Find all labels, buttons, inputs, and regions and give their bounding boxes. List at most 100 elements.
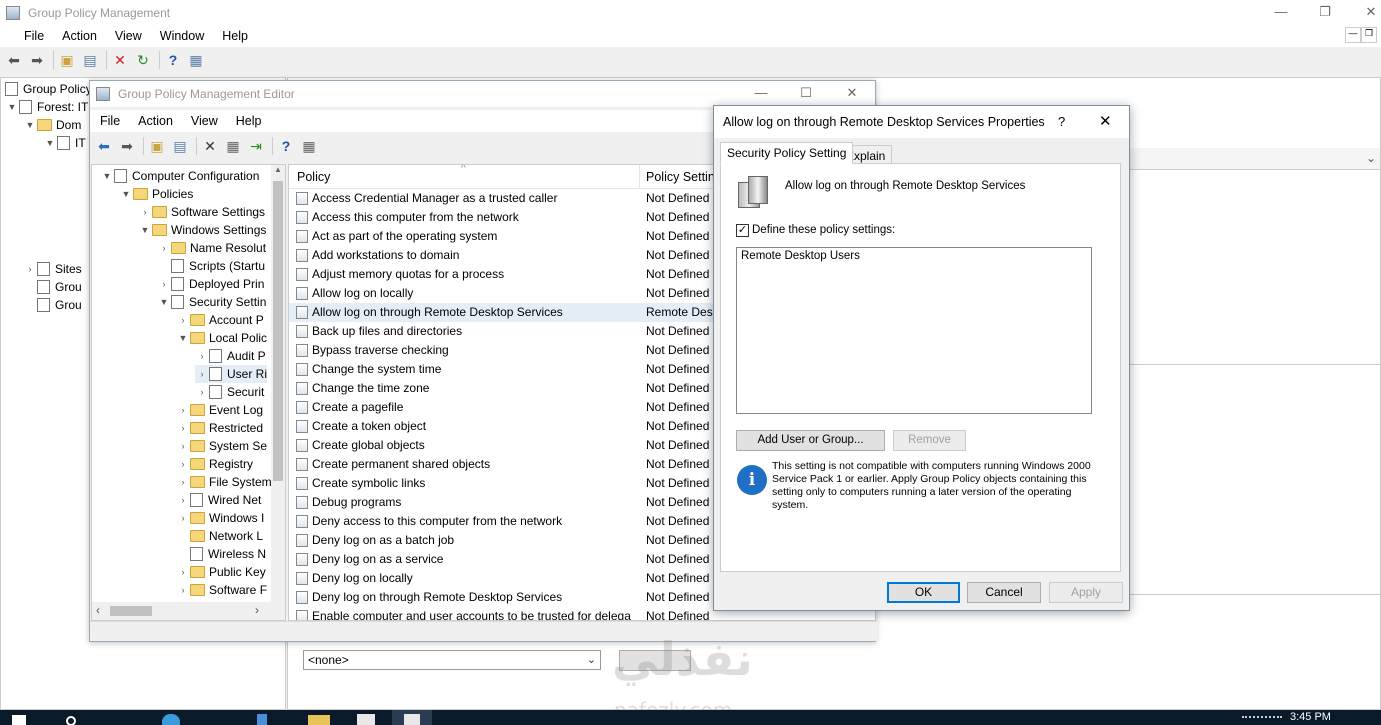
editor-menu-help[interactable]: Help [227,114,271,128]
start-icon[interactable] [12,715,26,725]
gpm-tree-domains[interactable]: ▼ Dom [23,116,82,134]
editor-tree-item[interactable]: › Registry [176,455,254,473]
tree-hscroll-thumb[interactable] [110,606,152,616]
editor-tree-item[interactable]: › Deployed Prin [157,275,264,293]
up-folder-icon[interactable]: ▣ [147,136,167,156]
gpm-tree-results[interactable]: Grou [37,296,82,314]
up-folder-icon[interactable]: ▣ [57,50,77,70]
gpm-tree-forest[interactable]: ▼ Forest: IT [5,98,88,116]
filter-button[interactable] [619,650,691,671]
editor-tree-item[interactable]: › Name Resolut [157,239,267,257]
menu-help[interactable]: Help [213,29,257,43]
menu-action[interactable]: Action [53,29,106,43]
forward-arrow-icon[interactable]: ➡ [27,50,47,70]
expanded-arrow-icon[interactable]: ▼ [157,293,171,311]
editor-tree-item[interactable]: › Windows I [176,509,265,527]
editor-menu-action[interactable]: Action [129,114,182,128]
menu-file[interactable]: File [0,29,53,43]
editor-tree-item[interactable]: Scripts (Startu [157,257,265,275]
expanded-arrow-icon[interactable]: ▼ [100,167,114,185]
collapsed-arrow-icon[interactable]: › [176,473,190,491]
collapsed-arrow-icon[interactable]: › [157,275,171,293]
gpm-task-icon[interactable] [357,714,375,725]
expanded-arrow-icon[interactable]: ▼ [119,185,133,203]
cancel-button[interactable]: Cancel [967,582,1041,603]
editor-tree-item[interactable]: Wireless N [176,545,266,563]
members-listbox[interactable]: Remote Desktop Users [736,247,1092,414]
details-view-icon[interactable]: ▦ [299,136,319,156]
define-policy-checkbox[interactable]: ✓ [736,224,749,237]
properties-icon[interactable]: ▦ [223,136,243,156]
help-icon[interactable]: ? [163,50,183,70]
gpm-tree-domain[interactable]: ▼ IT [43,134,86,152]
mdi-restore-icon[interactable]: ❐ [1361,27,1377,43]
collapsed-arrow-icon[interactable]: › [176,581,190,599]
gpm-tree-sites[interactable]: › Sites [23,260,82,278]
editor-tree-item[interactable]: Network L [176,527,263,545]
member-item[interactable]: Remote Desktop Users [741,250,860,262]
collapsed-arrow-icon[interactable]: › [176,401,190,419]
add-user-or-group-button[interactable]: Add User or Group... [736,430,885,451]
editor-tree-item[interactable]: › Audit P [195,347,266,365]
editor-tree-item[interactable]: › Event Log [176,401,264,419]
gpm-tree-root[interactable]: Group Policy [5,80,92,98]
editor-menu-view[interactable]: View [182,114,227,128]
back-arrow-icon[interactable]: ⬅ [94,136,114,156]
editor-tree-item[interactable]: ▼ Windows Settings [138,221,267,239]
editor-tree-item[interactable]: › Public Key [176,563,266,581]
gpm-tree-modeling[interactable]: Grou [37,278,82,296]
column-policy-setting[interactable]: Policy Setting [646,170,722,184]
apply-button[interactable]: Apply [1049,582,1123,603]
forward-arrow-icon[interactable]: ➡ [117,136,137,156]
editor-menu-file[interactable]: File [90,114,129,128]
ie-icon[interactable] [162,714,180,725]
collapsed-arrow-icon[interactable]: › [195,347,209,365]
search-icon[interactable] [66,716,76,725]
editor-tree-item[interactable]: › System Se [176,437,268,455]
collapsed-arrow-icon[interactable]: › [176,437,190,455]
editor-tree-item[interactable]: › Wired Net [176,491,261,509]
editor-close-icon[interactable]: ✕ [843,85,861,101]
delete-icon[interactable]: ✕ [200,136,220,156]
tree-hscrollbar[interactable]: ‹ › [92,602,285,620]
collapsed-arrow-icon[interactable]: › [176,563,190,581]
collapsed-arrow-icon[interactable]: › [176,311,190,329]
collapsed-arrow-icon[interactable]: › [176,455,190,473]
remove-button[interactable]: Remove [893,430,966,451]
collapsed-arrow-icon[interactable]: › [195,383,209,401]
editor-tree-item[interactable]: › Account P [176,311,264,329]
editor-tree-item[interactable]: ▼ Policies [119,185,194,203]
tree-scroll-right-icon[interactable]: › [255,603,259,617]
show-tree-icon[interactable]: ▤ [170,136,190,156]
collapsed-arrow-icon[interactable]: › [195,365,209,383]
help-icon[interactable]: ? [276,136,296,156]
editor-tree-item[interactable]: › Software Settings [138,203,266,221]
tree-scroll-left-icon[interactable]: ‹ [96,603,100,617]
editor-task-icon[interactable] [392,710,432,725]
collapsed-arrow-icon[interactable]: › [138,203,152,221]
editor-minimize-icon[interactable]: — [752,85,770,101]
delete-icon[interactable]: ✕ [110,50,130,70]
collapsed-arrow-icon[interactable]: › [176,491,190,509]
editor-tree-item[interactable]: › File System [176,473,272,491]
ok-button[interactable]: OK [887,582,960,603]
show-tree-icon[interactable]: ▤ [80,50,100,70]
maximize-icon[interactable]: ❐ [1316,4,1334,20]
expanded-arrow-icon[interactable]: ▼ [138,221,152,239]
back-arrow-icon[interactable]: ⬅ [4,50,24,70]
explorer-icon[interactable] [308,715,330,725]
dialog-close-icon[interactable]: ✕ [1099,112,1112,130]
editor-tree-item[interactable]: › Software F [176,581,268,599]
editor-tree-item[interactable]: › Securit [195,383,264,401]
filter-combo[interactable]: <none> ⌄ [303,650,601,670]
tree-scroll-thumb[interactable] [273,181,283,481]
gpm-right-dropdown[interactable]: ⌄ [1128,148,1380,170]
clock[interactable]: 3:45 PM [1290,711,1331,723]
editor-tree-item[interactable]: › Restricted [176,419,264,437]
column-policy[interactable]: Policy [297,170,330,184]
mdi-minimize-icon[interactable]: — [1345,27,1361,43]
export-list-icon[interactable]: ⇥ [246,136,266,156]
tree-vscrollbar[interactable]: ▲ [271,165,285,602]
menu-view[interactable]: View [106,29,151,43]
editor-tree-item[interactable]: › User Ri [195,365,268,383]
